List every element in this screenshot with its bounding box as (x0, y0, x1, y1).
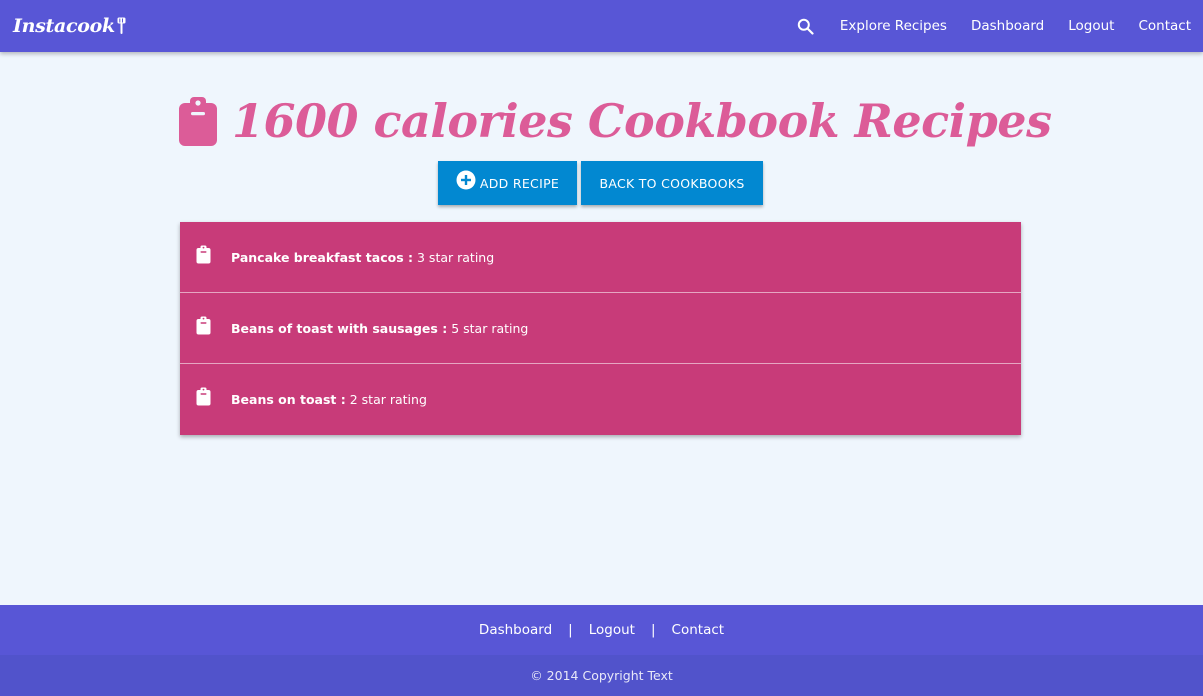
recipe-name: Pancake breakfast tacos : (231, 249, 413, 265)
footer-separator: | (650, 622, 656, 638)
nav-link-explore-recipes[interactable]: Explore Recipes (840, 18, 947, 34)
back-to-cookbooks-label: BACK TO COOKBOOKS (599, 175, 745, 191)
list-item[interactable]: Pancake breakfast tacos : 3 star rating (180, 222, 1021, 293)
footer-link-dashboard[interactable]: Dashboard (479, 622, 552, 638)
recipe-list: Pancake breakfast tacos : 3 star rating … (180, 222, 1021, 435)
plus-circle-icon (456, 170, 476, 190)
add-recipe-button[interactable]: ADD RECIPE (438, 161, 577, 205)
recipe-name: Beans on toast : (231, 392, 346, 407)
clipboard-icon (196, 316, 211, 334)
recipe-rating: 5 star rating (451, 320, 529, 336)
clipboard-icon (179, 97, 217, 146)
clipboard-icon (196, 387, 211, 406)
add-recipe-label: ADD RECIPE (479, 175, 560, 191)
nav-link-contact[interactable]: Contact (1138, 18, 1191, 34)
footer-copyright-bar: © 2014 Copyright Text (0, 655, 1203, 696)
copyright-text: © 2014 Copyright Text (530, 668, 673, 683)
nav-link-dashboard[interactable]: Dashboard (971, 18, 1044, 34)
footer-separator: | (568, 622, 573, 638)
back-to-cookbooks-button[interactable]: BACK TO COOKBOOKS (581, 161, 763, 205)
nav-link-logout[interactable]: Logout (1068, 18, 1114, 34)
footer-links: Dashboard | Logout | Contact (0, 605, 1203, 655)
clipboard-icon (196, 245, 211, 263)
page-title: 1600 calories Cookbook Recipes (232, 94, 1052, 148)
navbar: Instacook Explore Recipes Dashboard Logo… (0, 0, 1203, 52)
page-header: 1600 calories Cookbook Recipes (178, 86, 1052, 156)
recipe-rating: 3 star rating (417, 249, 495, 265)
footer-link-contact[interactable]: Contact (672, 622, 725, 638)
list-item[interactable]: Beans on toast : 2 star rating (180, 364, 1021, 435)
nav-menu: Explore Recipes Dashboard Logout Contact (795, 0, 1203, 52)
spatula-icon (117, 17, 126, 34)
footer-link-logout[interactable]: Logout (589, 622, 635, 638)
recipe-rating: 2 star rating (349, 392, 427, 407)
brand-logo[interactable]: Instacook (13, 11, 126, 41)
search-icon[interactable] (795, 15, 817, 37)
recipe-name: Beans of toast with sausages : (231, 320, 448, 336)
list-item[interactable]: Beans of toast with sausages : 5 star ra… (180, 293, 1021, 364)
brand-name: Instacook (13, 15, 115, 37)
